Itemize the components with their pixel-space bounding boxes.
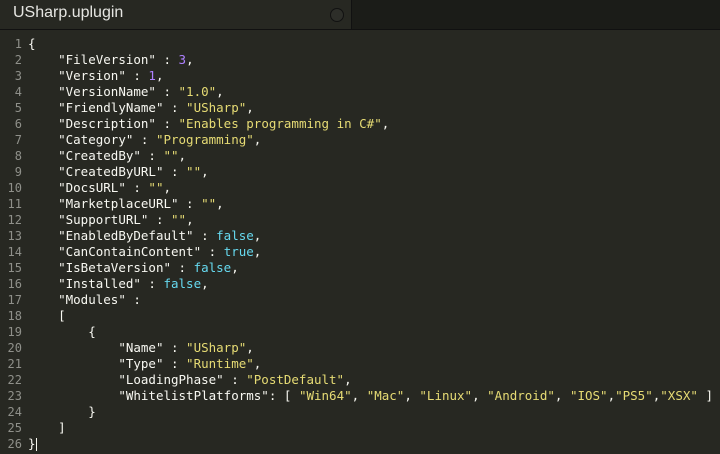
code-line[interactable]: 23 "WhitelistPlatforms": [ "Win64", "Mac…: [0, 388, 720, 404]
line-number: 5: [14, 101, 22, 115]
code-text: "MarketplaceURL" : "",: [58, 196, 224, 211]
code-line[interactable]: 18 [: [0, 308, 720, 324]
code-text: "CanContainContent" : true,: [58, 244, 262, 259]
code-line[interactable]: 20 "Name" : "USharp",: [0, 340, 720, 356]
code-text: "EnabledByDefault" : false,: [58, 228, 262, 243]
line-number: 20: [7, 341, 22, 355]
code-text: "CreatedBy" : "",: [58, 148, 187, 163]
code-text: "LoadingPhase" : "PostDefault",: [118, 372, 352, 387]
code-text: "FileVersion" : 3,: [58, 52, 194, 67]
code-text: "FriendlyName" : "USharp",: [58, 100, 254, 115]
code-line[interactable]: 13 "EnabledByDefault" : false,: [0, 228, 720, 244]
code-text: }: [28, 404, 96, 419]
line-number: 6: [14, 117, 22, 131]
code-text: {: [28, 36, 36, 51]
tab-bar: USharp.uplugin: [0, 0, 720, 30]
code-text: "Version" : 1,: [58, 68, 164, 83]
file-tab[interactable]: USharp.uplugin: [0, 0, 352, 29]
code-line[interactable]: 22 "LoadingPhase" : "PostDefault",: [0, 372, 720, 388]
line-number: 11: [7, 197, 22, 211]
code-text: "CreatedByURL" : "",: [58, 164, 209, 179]
code-text: {: [28, 324, 96, 339]
line-number: 17: [7, 293, 22, 307]
line-number: 1: [14, 37, 22, 51]
code-line[interactable]: 15 "IsBetaVersion" : false,: [0, 260, 720, 276]
unsaved-dot-icon[interactable]: [330, 8, 344, 22]
code-line[interactable]: 6 "Description" : "Enables programming i…: [0, 116, 720, 132]
code-line[interactable]: 25 ]: [0, 420, 720, 436]
code-text: "Modules" :: [58, 292, 141, 307]
line-number: 16: [7, 277, 22, 291]
code-line[interactable]: 16 "Installed" : false,: [0, 276, 720, 292]
code-text: "Description" : "Enables programming in …: [58, 116, 390, 131]
code-text: "Installed" : false,: [58, 276, 209, 291]
code-line[interactable]: 12 "SupportURL" : "",: [0, 212, 720, 228]
line-number: 19: [7, 325, 22, 339]
line-number: 15: [7, 261, 22, 275]
tab-title: USharp.uplugin: [13, 4, 124, 21]
code-line[interactable]: 7 "Category" : "Programming",: [0, 132, 720, 148]
code-line[interactable]: 10 "DocsURL" : "",: [0, 180, 720, 196]
code-text: "WhitelistPlatforms": [ "Win64", "Mac", …: [118, 388, 713, 403]
code-line[interactable]: 3 "Version" : 1,: [0, 68, 720, 84]
code-editor[interactable]: 1{2 "FileVersion" : 3, 3 "Version" : 1, 4 …: [0, 36, 720, 454]
code-text: ]: [28, 420, 66, 435]
line-number: 23: [7, 389, 22, 403]
line-number: 12: [7, 213, 22, 227]
code-line[interactable]: 26}: [0, 436, 720, 452]
code-text: "SupportURL" : "",: [58, 212, 194, 227]
code-line[interactable]: 4 "VersionName" : "1.0",: [0, 84, 720, 100]
line-number: 26: [7, 437, 22, 451]
code-line[interactable]: 8 "CreatedBy" : "",: [0, 148, 720, 164]
line-number: 13: [7, 229, 22, 243]
line-number: 10: [7, 181, 22, 195]
line-number: 21: [7, 357, 22, 371]
code-line[interactable]: 11 "MarketplaceURL" : "",: [0, 196, 720, 212]
line-number: 8: [14, 149, 22, 163]
code-line[interactable]: 5 "FriendlyName" : "USharp",: [0, 100, 720, 116]
code-text: "Type" : "Runtime",: [118, 356, 262, 371]
code-text: "Name" : "USharp",: [118, 340, 254, 355]
line-number: 24: [7, 405, 22, 419]
code-line[interactable]: 1{: [0, 36, 720, 52]
code-line[interactable]: 2 "FileVersion" : 3,: [0, 52, 720, 68]
code-line[interactable]: 21 "Type" : "Runtime",: [0, 356, 720, 372]
code-text: "VersionName" : "1.0",: [58, 84, 224, 99]
code-line[interactable]: 14 "CanContainContent" : true,: [0, 244, 720, 260]
code-text: "DocsURL" : "",: [58, 180, 172, 195]
code-text: "Category" : "Programming",: [58, 132, 262, 147]
code-text: }: [28, 436, 36, 451]
line-number: 7: [14, 133, 22, 147]
line-number: 25: [7, 421, 22, 435]
line-number: 2: [14, 53, 22, 67]
line-number: 18: [7, 309, 22, 323]
code-text: "IsBetaVersion" : false,: [58, 260, 239, 275]
code-line[interactable]: 19 {: [0, 324, 720, 340]
line-number: 14: [7, 245, 22, 259]
line-number: 4: [14, 85, 22, 99]
line-number: 3: [14, 69, 22, 83]
line-number: 9: [14, 165, 22, 179]
code-text: [: [28, 308, 66, 323]
text-caret: [36, 438, 37, 451]
code-line[interactable]: 17 "Modules" :: [0, 292, 720, 308]
code-line[interactable]: 9 "CreatedByURL" : "",: [0, 164, 720, 180]
code-line[interactable]: 24 }: [0, 404, 720, 420]
line-number: 22: [7, 373, 22, 387]
